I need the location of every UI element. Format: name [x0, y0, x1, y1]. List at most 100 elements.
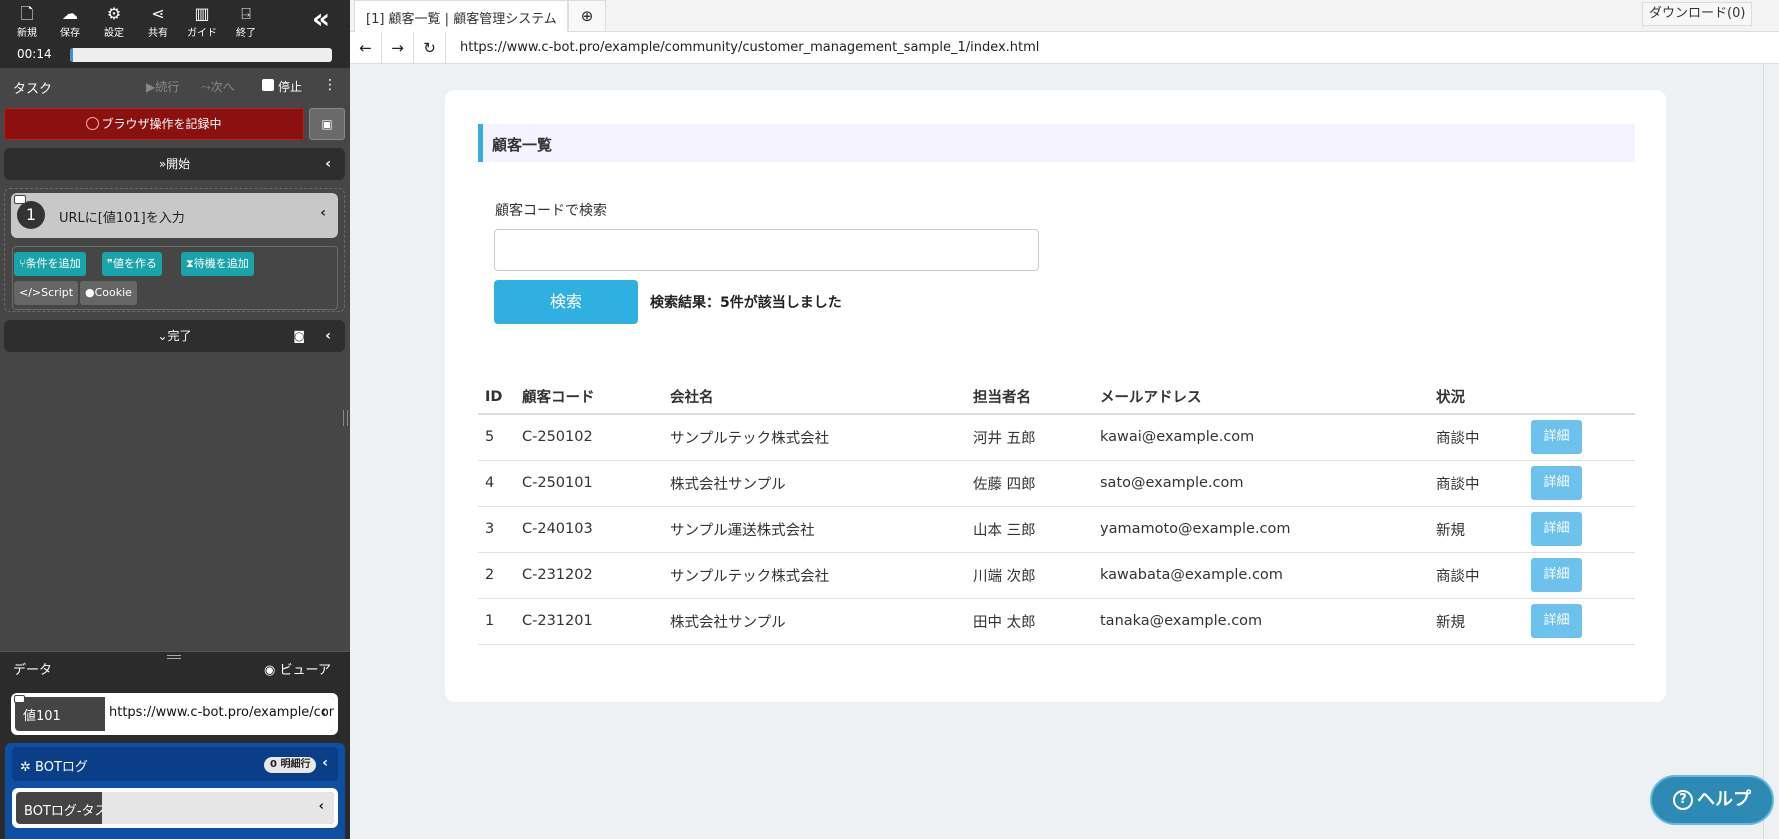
- forward-button[interactable]: →: [382, 32, 414, 64]
- cell-contact: 河井 五郎: [966, 414, 1093, 461]
- help-button[interactable]: ? ヘルプ: [1650, 775, 1774, 825]
- cookie-icon: ●: [85, 286, 95, 299]
- column-header: ID: [478, 380, 515, 415]
- collapse-sidebar-icon[interactable]: «: [312, 4, 330, 34]
- comment-icon[interactable]: [14, 695, 25, 703]
- cell-code: C-231201: [515, 598, 663, 645]
- record-button[interactable]: ブラウザ操作を記録中: [4, 108, 304, 140]
- continue-button[interactable]: ▶続行: [146, 78, 179, 95]
- resize-handle[interactable]: [343, 410, 348, 426]
- botlog-panel: ✲ BOTログ 0 明細行 ‹ BOTログ-タスク ‹: [5, 743, 345, 839]
- content-card: 顧客一覧 顧客コードで検索 検索 検索結果：5件が該当しました ID 顧客コード…: [445, 90, 1666, 702]
- table-row: 5 C-250102 サンプルテック株式会社 河井 五郎 kawai@examp…: [478, 414, 1635, 461]
- start-block[interactable]: »開始 ‹: [4, 148, 345, 180]
- chevron-left-icon[interactable]: ‹: [325, 148, 331, 180]
- new-button[interactable]: 🗋 新規: [7, 4, 47, 39]
- cloud-upload-icon: ☁: [62, 4, 78, 23]
- continue-label: 続行: [155, 80, 180, 94]
- play-icon: ▶: [146, 80, 156, 94]
- save-button[interactable]: ☁ 保存: [50, 4, 90, 39]
- action-box: ⑂条件を追加 ❞値を作る ⧗待機を追加 </>Script ●Cookie: [12, 246, 338, 310]
- url-bar[interactable]: https://www.c-bot.pro/example/community/…: [460, 40, 1039, 55]
- more-vertical-icon[interactable]: ⋮: [323, 77, 337, 93]
- task-header: タスク ▶続行 ⤳次へ 停止 ⋮: [0, 74, 350, 98]
- cell-action: 詳細: [1524, 414, 1635, 461]
- cell-action: 詳細: [1524, 506, 1635, 553]
- search-button[interactable]: 検索: [494, 280, 638, 324]
- column-header: 状況: [1429, 380, 1524, 415]
- detail-button[interactable]: 詳細: [1531, 466, 1582, 500]
- reload-button[interactable]: ↻: [414, 32, 446, 64]
- cell-contact: 佐藤 四郎: [966, 460, 1093, 507]
- botlog-row[interactable]: BOTログ-タスク ‹: [12, 788, 338, 828]
- make-value-button[interactable]: ❞値を作る: [102, 252, 162, 276]
- page-title: 顧客一覧: [492, 136, 553, 154]
- back-button[interactable]: ←: [350, 32, 382, 64]
- table-row: 3 C-240103 サンプル運送株式会社 山本 三郎 yamamoto@exa…: [478, 506, 1635, 553]
- eye-icon: ◉: [264, 663, 276, 678]
- nav-bar: ← → ↻ https://www.c-bot.pro/example/comm…: [350, 32, 1779, 64]
- table-row: 4 C-250101 株式会社サンプル 佐藤 四郎 sato@example.c…: [478, 460, 1635, 507]
- exit-button[interactable]: ⍈ 終了: [226, 4, 266, 39]
- detail-button[interactable]: 詳細: [1531, 420, 1582, 455]
- table-row: 2 C-231202 サンプルテック株式会社 川端 次郎 kawabata@ex…: [478, 552, 1635, 599]
- download-button[interactable]: ダウンロード(0): [1642, 2, 1753, 26]
- add-condition-button[interactable]: ⑂条件を追加: [14, 252, 86, 276]
- cell-action: 詳細: [1524, 552, 1635, 599]
- share-button[interactable]: ⋖ 共有: [138, 4, 178, 39]
- cell-company: サンプルテック株式会社: [663, 414, 966, 461]
- tab-customer-list[interactable]: [1] 顧客一覧 | 顧客管理システム: [354, 0, 568, 32]
- stop-checkbox[interactable]: [262, 79, 274, 91]
- cell-id: 5: [478, 414, 515, 461]
- arrow-left-icon: ←: [359, 39, 372, 57]
- cell-company: サンプル運送株式会社: [663, 506, 966, 553]
- detail-button[interactable]: 詳細: [1531, 512, 1582, 546]
- comment-icon[interactable]: [14, 195, 26, 204]
- cell-id: 4: [478, 460, 515, 507]
- script-button[interactable]: </>Script: [14, 281, 79, 305]
- browser: [1] 顧客一覧 | 顧客管理システム ⊕ ダウンロード(0) ← → ↻ ht…: [350, 0, 1779, 839]
- guide-button[interactable]: ▥ ガイド: [182, 4, 222, 39]
- botlog-row-value[interactable]: [102, 792, 334, 824]
- sidebar: 🗋 新規 ☁ 保存 ⚙ 設定 ⋖ 共有 ▥ ガイド ⍈ 終了 « 00:14 タ…: [0, 0, 350, 839]
- hourglass-icon: ⧗: [186, 257, 194, 270]
- chevron-left-icon[interactable]: ‹: [319, 799, 324, 814]
- chevron-left-icon[interactable]: ‹: [321, 705, 326, 720]
- chevron-left-icon[interactable]: ‹: [325, 320, 331, 352]
- new-label: 新規: [17, 28, 37, 39]
- botlog-row-inner: BOTログ-タスク ‹: [16, 792, 334, 824]
- detail-button[interactable]: 詳細: [1531, 604, 1582, 638]
- table-row: 1 C-231201 株式会社サンプル 田中 太郎 tanaka@example…: [478, 598, 1635, 645]
- new-tab-button[interactable]: ⊕: [568, 0, 606, 32]
- viewer-button[interactable]: ◉ ビューア: [264, 659, 331, 678]
- cookie-button[interactable]: ●Cookie: [80, 281, 137, 305]
- end-block[interactable]: ⌄完了 ◙ ‹: [4, 320, 345, 352]
- arrow-right-icon: →: [391, 39, 404, 57]
- viewer-label: ビューア: [279, 663, 331, 678]
- chevron-left-icon[interactable]: ‹: [322, 755, 328, 771]
- next-button[interactable]: ⤳次へ: [201, 78, 235, 95]
- search-input[interactable]: [494, 229, 1039, 271]
- camera-icon[interactable]: ◙: [293, 320, 305, 352]
- cell-status: 新規: [1429, 506, 1524, 553]
- resize-grip[interactable]: [167, 655, 181, 659]
- detail-button[interactable]: 詳細: [1531, 558, 1582, 592]
- search-label: 顧客コードで検索: [495, 203, 607, 219]
- image-button[interactable]: ▣: [309, 108, 345, 140]
- settings-button[interactable]: ⚙ 設定: [94, 4, 134, 39]
- variable-value[interactable]: https://www.c-bot.pro/example/community/…: [105, 697, 334, 731]
- question-icon: ?: [1673, 790, 1693, 810]
- step-block[interactable]: 1 URLに[値101]を入力 ‹: [11, 193, 338, 238]
- start-label: 開始: [166, 157, 191, 171]
- scrollbar[interactable]: [1763, 64, 1764, 839]
- make-value-label: 値を作る: [112, 257, 157, 270]
- chevron-left-icon[interactable]: ‹: [320, 205, 326, 221]
- botlog-title: ✲ BOTログ: [20, 756, 88, 775]
- help-label: ヘルプ: [1697, 789, 1751, 810]
- botlog-header[interactable]: ✲ BOTログ 0 明細行 ‹: [12, 747, 338, 781]
- variable-name: 値101: [23, 709, 61, 724]
- column-header: 担当者名: [966, 380, 1093, 415]
- cell-id: 3: [478, 506, 515, 553]
- variable-row[interactable]: 値101 https://www.c-bot.pro/example/commu…: [11, 693, 338, 735]
- add-wait-button[interactable]: ⧗待機を追加: [181, 252, 254, 276]
